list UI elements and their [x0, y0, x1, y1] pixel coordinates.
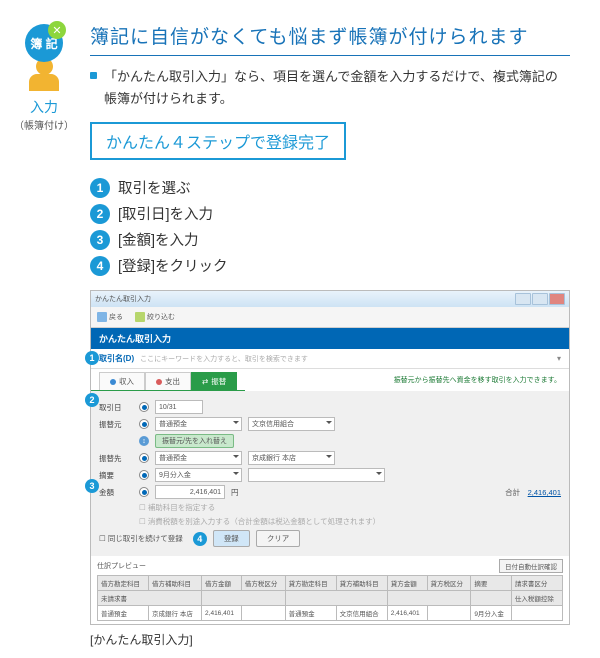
person-icon — [14, 58, 74, 91]
section-sublabel: （帳簿付け） — [14, 117, 74, 132]
callout-2: 2 — [85, 393, 99, 407]
toolbar-filter[interactable]: 絞り込む — [135, 312, 175, 322]
search-label: 取引名(D) — [99, 353, 134, 364]
swap-icon: ↕ — [139, 436, 149, 446]
step-number: 3 — [90, 230, 110, 250]
to-radio[interactable] — [139, 453, 149, 463]
dropdown-icon[interactable]: ▾ — [557, 354, 561, 363]
app-screenshot: かんたん取引入力 戻る 絞り込む かんたん取引入力 1 取引名(D) ここにキー… — [90, 290, 570, 625]
amount-input[interactable]: 2,416,401 — [155, 485, 225, 499]
tab-expense[interactable]: 支出 — [145, 372, 191, 390]
toolbar-back[interactable]: 戻る — [97, 312, 123, 322]
clear-button[interactable]: クリア — [256, 530, 301, 547]
step-number: 2 — [90, 204, 110, 224]
date-radio[interactable] — [139, 402, 149, 412]
date-input[interactable]: 10/31 — [155, 400, 203, 414]
from-radio[interactable] — [139, 419, 149, 429]
from-sub-select[interactable]: 文京信用組合 — [248, 417, 335, 431]
minimize-button[interactable] — [515, 293, 531, 305]
window-title: かんたん取引入力 — [95, 294, 151, 304]
step-text: [取引日]を入力 — [118, 203, 213, 224]
callout-4: 4 — [193, 532, 207, 546]
screenshot-caption: [かんたん取引入力] — [90, 631, 570, 648]
steps-badge: かんたん４ステップで登録完了 — [90, 122, 346, 160]
callout-1: 1 — [85, 351, 99, 365]
checkbox-sub[interactable]: ☐ 補助科目を指定する — [139, 502, 215, 513]
to-sub-select[interactable]: 京成銀行 本店 — [248, 451, 335, 465]
summary-radio[interactable] — [139, 470, 149, 480]
description: 「かんたん取引入力」なら、項目を選んで金額を入力するだけで、複式簿記の帳簿が付け… — [90, 66, 570, 110]
from-label: 振替元 — [99, 419, 133, 430]
summary-input[interactable] — [248, 468, 385, 482]
tab-income[interactable]: 収入 — [99, 372, 145, 390]
app-logo: 簿 記✕ — [25, 24, 63, 62]
page-title: 簿記に自信がなくても悩まず帳簿が付けられます — [90, 22, 570, 56]
total-link[interactable]: 2,416,401 — [528, 488, 561, 497]
section-label: 入力 — [14, 97, 74, 117]
close-button[interactable] — [549, 293, 565, 305]
to-account-select[interactable]: 普通預金 — [155, 451, 242, 465]
swap-button[interactable]: 振替元/先を入れ替え — [155, 434, 234, 448]
transfer-icon: ⇄ — [202, 377, 208, 386]
step-text: 取引を選ぶ — [118, 177, 191, 198]
panel-title: かんたん取引入力 — [91, 328, 569, 349]
register-button[interactable]: 登録 — [213, 530, 250, 547]
total: 合計 2,416,401 — [505, 487, 561, 498]
from-account-select[interactable]: 普通預金 — [155, 417, 242, 431]
amount-radio[interactable] — [139, 487, 149, 497]
summary-select[interactable]: 9月分入金 — [155, 468, 242, 482]
amount-suffix: 円 — [231, 487, 239, 498]
checkbox-tax[interactable]: ☐ 消費税額を別途入力する（合計金額は税込金額として処理されます） — [139, 516, 380, 527]
callout-3: 3 — [85, 479, 99, 493]
step-text: [金額]を入力 — [118, 229, 199, 250]
preview-title: 仕訳プレビュー — [97, 561, 146, 571]
tab-hint: 振替元から振替先へ資金を移す取引を入力できます。 — [386, 373, 569, 387]
to-label: 振替先 — [99, 453, 133, 464]
auto-journal-button[interactable]: 日付自動仕訳確認 — [499, 559, 563, 573]
checkbox-repeat[interactable]: ☐ 同じ取引を続けて登録 — [99, 533, 183, 544]
maximize-button[interactable] — [532, 293, 548, 305]
amount-label: 金額 — [99, 487, 133, 498]
summary-label: 摘要 — [99, 470, 133, 481]
date-label: 取引日 — [99, 402, 133, 413]
step-text: [登録]をクリック — [118, 255, 228, 276]
step-number: 1 — [90, 178, 110, 198]
step-number: 4 — [90, 256, 110, 276]
journal-table: 借方勘定科目借方補助科目借方金額借方税区分 貸方勘定科目貸方補助科目貸方金額貸方… — [97, 575, 563, 621]
tab-transfer[interactable]: ⇄振替 — [191, 372, 237, 390]
search-input[interactable]: ここにキーワードを入力すると、取引を検索できます — [140, 354, 308, 364]
